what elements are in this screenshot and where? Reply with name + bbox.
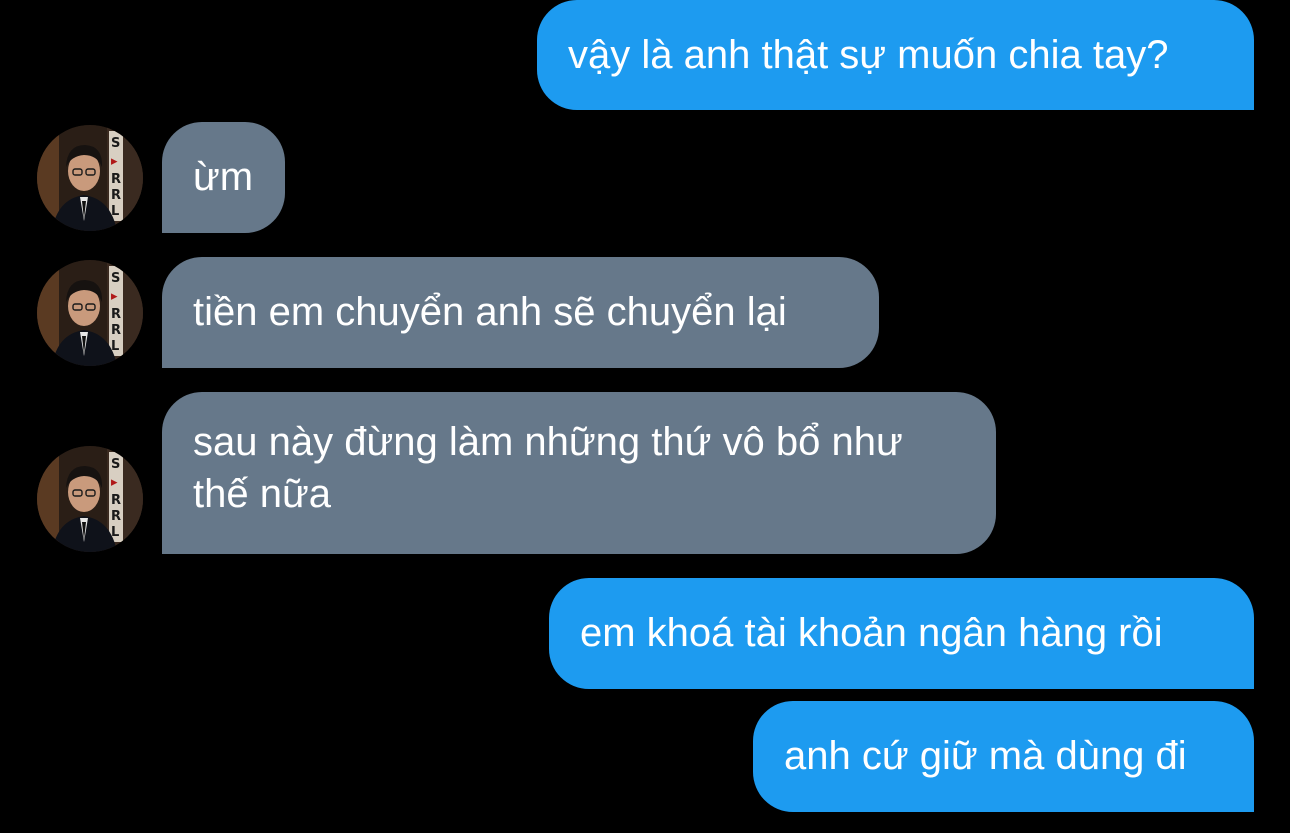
message-text: sau này đừng làm những thứ vô bổ như thế… [193, 420, 903, 516]
svg-text:S: S [111, 457, 120, 472]
svg-text:R: R [111, 493, 121, 508]
message-bubble-sent[interactable]: anh cứ giữ mà dùng đi [753, 701, 1254, 812]
message-bubble-received[interactable]: ừm [162, 122, 285, 233]
message-bubble-sent[interactable]: em khoá tài khoản ngân hàng rồi [549, 578, 1254, 689]
svg-text:▸: ▸ [111, 289, 118, 304]
contact-avatar[interactable]: S ▸ R R L [37, 260, 143, 366]
contact-portrait-avatar: S ▸ R R L [37, 125, 143, 231]
message-bubble-sent[interactable]: vậy là anh thật sự muốn chia tay? [537, 0, 1254, 110]
message-bubble-received[interactable]: tiền em chuyển anh sẽ chuyển lại [162, 257, 879, 368]
svg-text:▸: ▸ [111, 475, 118, 490]
message-bubble-received[interactable]: sau này đừng làm những thứ vô bổ như thế… [162, 392, 996, 554]
svg-text:S: S [111, 136, 120, 151]
svg-text:▸: ▸ [111, 154, 118, 169]
svg-text:R: R [111, 509, 121, 524]
message-text: anh cứ giữ mà dùng đi [784, 734, 1187, 778]
message-text: ừm [193, 155, 254, 199]
message-text: em khoá tài khoản ngân hàng rồi [580, 611, 1163, 655]
svg-text:R: R [111, 307, 121, 322]
contact-avatar[interactable]: S ▸ R R L [37, 446, 143, 552]
svg-text:R: R [111, 172, 121, 187]
message-text: vậy là anh thật sự muốn chia tay? [568, 33, 1169, 77]
svg-text:R: R [111, 323, 121, 338]
svg-text:R: R [111, 188, 121, 203]
svg-text:S: S [111, 271, 120, 286]
contact-avatar[interactable]: S ▸ R R L [37, 125, 143, 231]
contact-portrait-avatar: S ▸ R R L [37, 446, 143, 552]
message-text: tiền em chuyển anh sẽ chuyển lại [193, 290, 787, 334]
contact-portrait-avatar: S ▸ R R L [37, 260, 143, 366]
